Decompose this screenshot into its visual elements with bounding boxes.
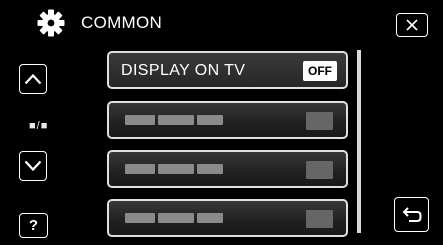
placeholder-label bbox=[125, 115, 223, 125]
menu-item-label: DISPLAY ON TV bbox=[121, 62, 246, 79]
placeholder-label bbox=[125, 164, 223, 174]
close-button[interactable] bbox=[396, 13, 428, 37]
gear-icon bbox=[34, 6, 68, 40]
close-icon bbox=[406, 19, 418, 31]
menu-item-placeholder bbox=[107, 199, 348, 237]
header: COMMON bbox=[34, 6, 162, 40]
menu-item-display-on-tv[interactable]: DISPLAY ON TV OFF bbox=[107, 51, 348, 89]
chevron-up-icon bbox=[24, 73, 42, 85]
page-title: COMMON bbox=[81, 13, 163, 32]
menu-item-placeholder bbox=[107, 101, 348, 139]
chevron-down-icon bbox=[24, 160, 42, 172]
help-button[interactable]: ? bbox=[19, 213, 48, 238]
placeholder-label bbox=[125, 213, 223, 223]
scroll-down-button[interactable] bbox=[19, 151, 47, 181]
scrollbar[interactable] bbox=[357, 50, 361, 233]
menu-item-value-badge: OFF bbox=[303, 61, 337, 81]
placeholder-value bbox=[306, 210, 333, 228]
page-indicator: ■/■ bbox=[29, 120, 49, 132]
placeholder-value bbox=[306, 112, 333, 130]
menu-item-placeholder bbox=[107, 150, 348, 188]
back-button[interactable] bbox=[394, 197, 429, 232]
return-arrow-icon bbox=[402, 206, 421, 222]
scroll-up-button[interactable] bbox=[19, 64, 47, 94]
placeholder-value bbox=[306, 161, 333, 179]
